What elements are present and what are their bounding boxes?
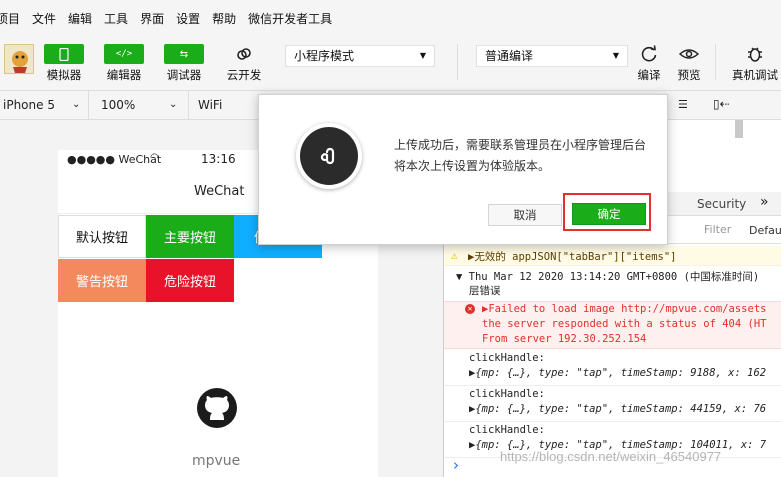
- miniprogram-logo: [296, 123, 362, 189]
- divider: [457, 44, 458, 80]
- primary-button[interactable]: 主要按钮: [146, 215, 234, 258]
- real-debug-label: 真机调试: [732, 68, 778, 82]
- chevron-down-icon: ⌄: [169, 99, 178, 110]
- menu-help[interactable]: 帮助: [212, 10, 236, 27]
- watermark: https://blog.csdn.net/weixin_46540977: [500, 449, 722, 464]
- warn-button[interactable]: 警告按钮: [58, 259, 146, 302]
- mode-value: 小程序模式: [294, 49, 355, 63]
- log-row: clickHandle: ▶{mp: {…}, type: "tap", tim…: [444, 351, 781, 386]
- warn-button-label: 警告按钮: [75, 275, 128, 290]
- preview-button[interactable]: 预览: [670, 44, 708, 83]
- menu-file[interactable]: 文件: [32, 10, 56, 27]
- group-row[interactable]: ▼ Thu Mar 12 2020 13:14:20 GMT+0800 (中国标…: [444, 267, 781, 300]
- chevron-down-icon: ▼: [419, 51, 426, 60]
- log-row: clickHandle: ▶{mp: {…}, type: "tap", tim…: [444, 387, 781, 422]
- menu-view[interactable]: 界面: [140, 10, 164, 27]
- real-debug-button[interactable]: 真机调试: [731, 44, 779, 83]
- chevron-down-icon: ⌄: [72, 99, 81, 110]
- brand-label: mpvue: [192, 453, 241, 469]
- error-icon: ✕: [465, 304, 475, 314]
- code-icon: </>: [104, 44, 144, 64]
- preview-label: 预览: [677, 68, 701, 82]
- bug-icon: [748, 47, 762, 62]
- cancel-button[interactable]: 取消: [488, 204, 562, 226]
- debugger-label: 调试器: [166, 68, 202, 82]
- avatar[interactable]: [4, 44, 34, 74]
- compile-mode-select[interactable]: 普通编译 ▼: [476, 45, 628, 67]
- mode-select[interactable]: 小程序模式 ▼: [285, 45, 435, 67]
- refresh-icon: [641, 45, 657, 62]
- divider: [715, 44, 716, 80]
- cancel-button-label: 取消: [513, 208, 537, 222]
- editor-label: 编辑器: [106, 68, 142, 82]
- debugger-button[interactable]: ⇆ 调试器: [160, 44, 208, 83]
- scrollbar[interactable]: [735, 120, 743, 138]
- phone-icon: [44, 44, 84, 64]
- dialog-message: 上传成功后，需要联系管理员在小程序管理后台将本次上传设置为体验版本。: [394, 138, 647, 173]
- menu-bar: 项目 文件 编辑 工具 界面 设置 帮助 微信开发者工具: [0, 0, 781, 36]
- network-select[interactable]: WiFi: [189, 91, 259, 120]
- network-value: WiFi: [198, 98, 223, 112]
- cloud-button[interactable]: 云开发: [220, 44, 268, 83]
- default-button-label: 默认按钮: [75, 231, 128, 246]
- more-tabs-icon[interactable]: »: [760, 194, 769, 210]
- compile-button[interactable]: 编译: [630, 44, 668, 83]
- error-row: ✕ ▶Failed to load image http://mpvue.com…: [444, 301, 781, 349]
- log-label: clickHandle:: [469, 424, 545, 436]
- log-object[interactable]: ▶{mp: {…}, type: "tap", timeStamp: 9188,…: [469, 367, 766, 379]
- devtools-window: 项目 文件 编辑 工具 界面 设置 帮助 微信开发者工具 模拟器 </> 编辑器…: [0, 0, 781, 477]
- danger-button[interactable]: 危险按钮: [146, 259, 234, 302]
- cloud-icon: [224, 44, 264, 64]
- log-label: clickHandle:: [469, 352, 545, 364]
- menu-tools[interactable]: 工具: [104, 10, 128, 27]
- toggle-panel-icon[interactable]: ☰: [678, 98, 688, 111]
- device-select[interactable]: iPhone 5 ⌄: [0, 91, 89, 120]
- error-text-2: the server responded with a status of 40…: [482, 318, 767, 330]
- primary-button-label: 主要按钮: [163, 231, 216, 246]
- danger-button-label: 危险按钮: [163, 275, 216, 290]
- avatar-icon: [12, 51, 28, 73]
- warning-row: ⚠ ▶无效的 appJSON["tabBar"]["items"]: [444, 246, 781, 266]
- toolbar: 模拟器 </> 编辑器 ⇆ 调试器 云开发 小程序模式 ▼ 普通编译 ▼ 编译: [0, 36, 781, 91]
- group-header: ▼ Thu Mar 12 2020 13:14:20 GMT+0800 (中国标…: [456, 271, 760, 283]
- device-value: iPhone 5: [3, 98, 55, 112]
- menu-edit[interactable]: 编辑: [68, 10, 92, 27]
- default-button[interactable]: 默认按钮: [58, 215, 146, 258]
- menu-project[interactable]: 项目: [0, 10, 20, 27]
- compile-mode-value: 普通编译: [485, 49, 534, 63]
- menu-settings[interactable]: 设置: [176, 10, 200, 27]
- menu-devtools[interactable]: 微信开发者工具: [248, 10, 332, 27]
- status-time: 13:16: [201, 152, 236, 166]
- simulator-label: 模拟器: [46, 68, 82, 82]
- warning-text[interactable]: ▶无效的 appJSON["tabBar"]["items"]: [468, 249, 677, 264]
- link-icon: [320, 147, 335, 165]
- simulator-button[interactable]: 模拟器: [40, 44, 88, 83]
- group-subheader: 层错误: [469, 285, 501, 297]
- cloud-label: 云开发: [226, 68, 262, 82]
- editor-button[interactable]: </> 编辑器: [100, 44, 148, 83]
- log-level-select[interactable]: Defau: [749, 224, 781, 237]
- error-text-1[interactable]: ▶Failed to load image http://mpvue.com/a…: [482, 303, 766, 315]
- github-icon: [196, 387, 238, 429]
- confirm-button-label: 确定: [597, 207, 621, 221]
- dock-icon[interactable]: ▯⇠: [713, 97, 730, 111]
- log-label: clickHandle:: [469, 388, 545, 400]
- carrier-text: ●●●●● WeChat: [67, 153, 162, 166]
- zoom-select[interactable]: 100% ⌄: [89, 91, 189, 120]
- tab-security[interactable]: Security: [697, 197, 746, 211]
- wifi-icon: ◠: [150, 152, 159, 163]
- compile-label: 编译: [637, 68, 661, 82]
- console-prompt[interactable]: ›: [453, 456, 459, 474]
- upload-dialog: 上传成功后，需要联系管理员在小程序管理后台将本次上传设置为体验版本。 取消 确定: [258, 94, 668, 245]
- error-text-3: From server 192.30.252.154: [482, 333, 647, 345]
- log-object[interactable]: ▶{mp: {…}, type: "tap", timeStamp: 44159…: [469, 403, 766, 415]
- zoom-value: 100%: [101, 98, 136, 112]
- confirm-button[interactable]: 确定: [572, 203, 646, 225]
- warning-icon: ⚠: [451, 249, 458, 262]
- filter-input[interactable]: Filter: [696, 220, 746, 240]
- eye-icon: [678, 49, 700, 59]
- chevron-down-icon: ▼: [612, 51, 619, 60]
- nav-title: WeChat: [194, 184, 245, 199]
- debug-icon: ⇆: [164, 44, 204, 64]
